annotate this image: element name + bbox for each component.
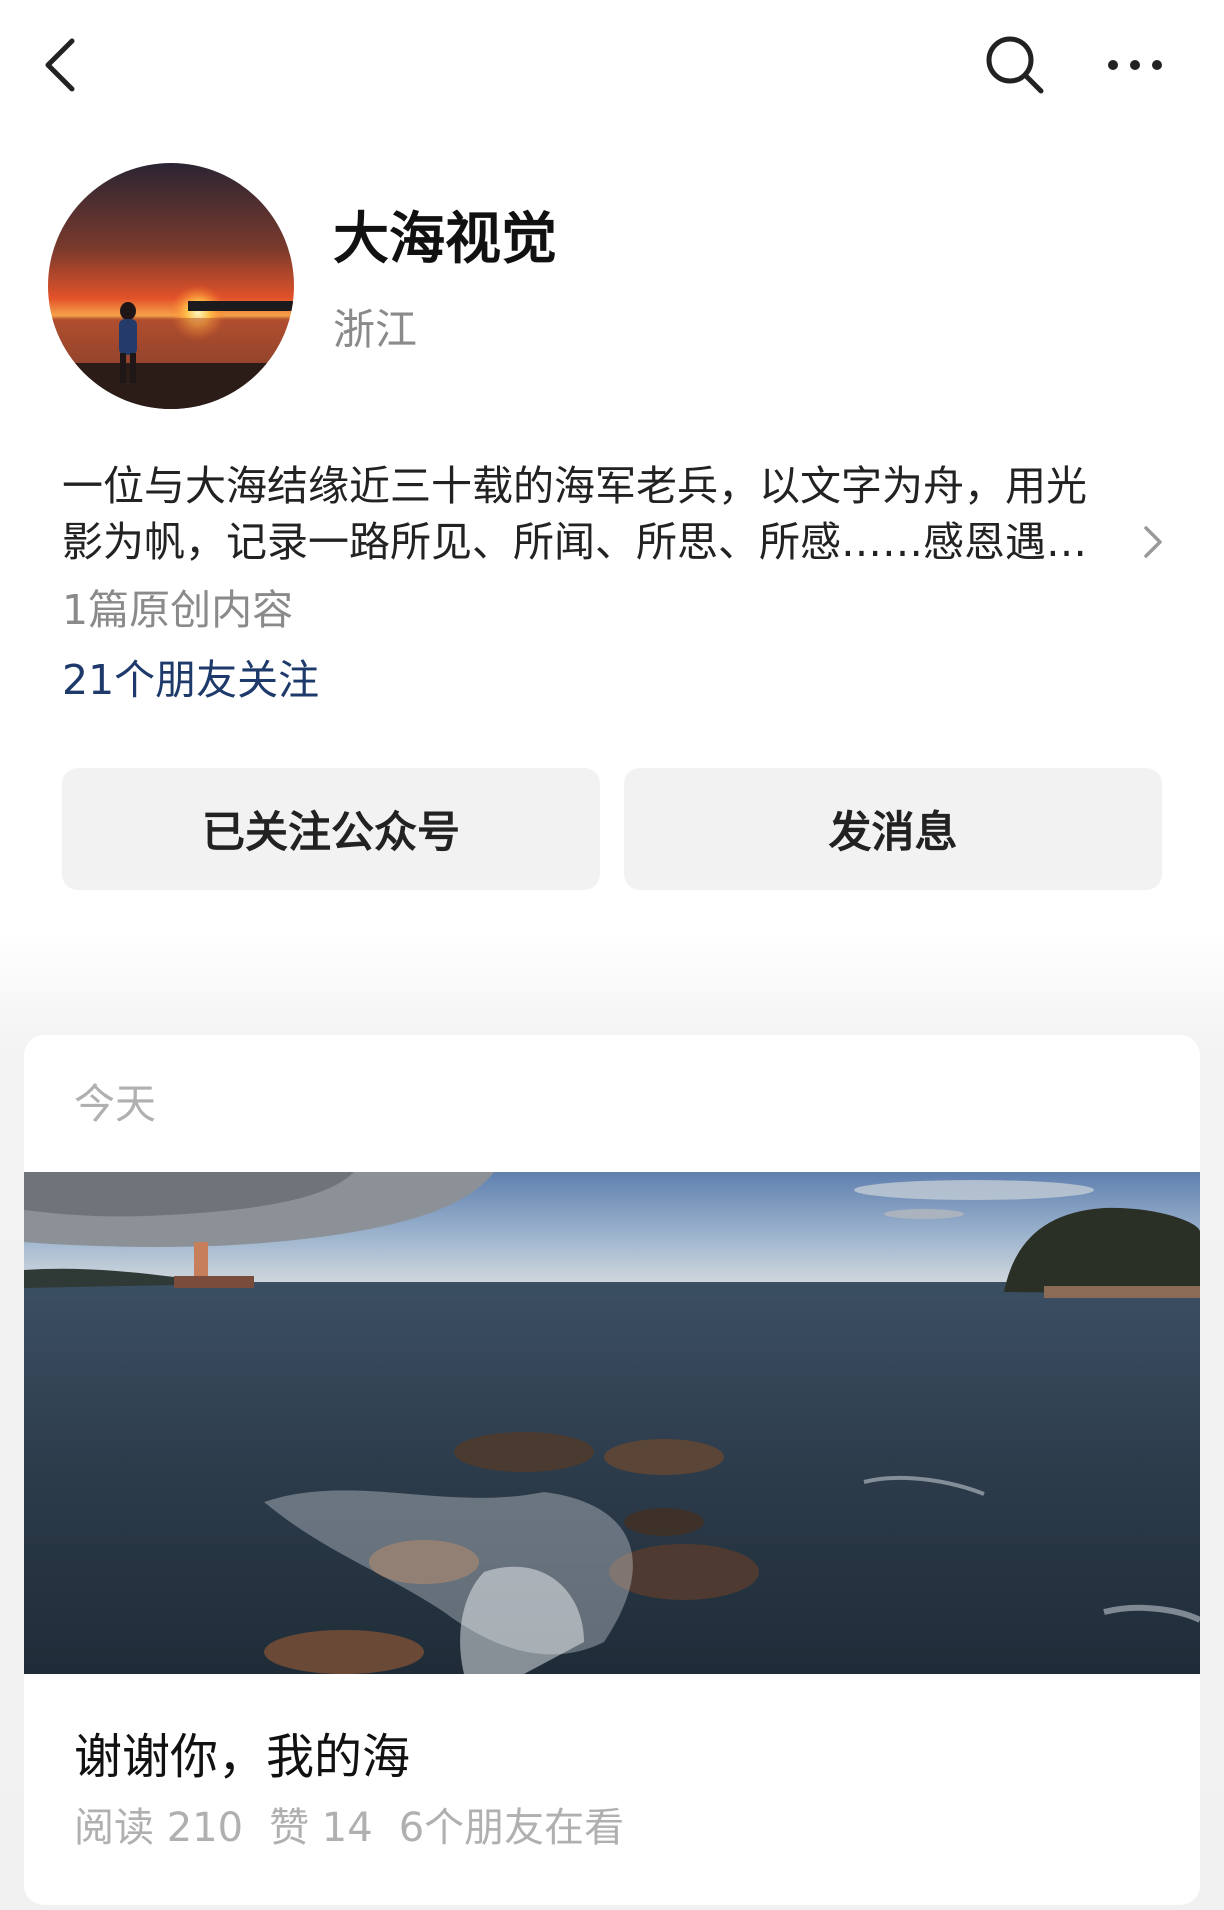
chevron-right-icon[interactable] <box>1138 520 1168 564</box>
friends-viewing: 6个朋友在看 <box>398 1805 625 1851</box>
bio-line: 一位与大海结缘近三十载的海军老兵，以文字为舟，用光 <box>62 462 1087 510</box>
account-bio[interactable]: 一位与大海结缘近三十载的海军老兵，以文字为舟，用光 影为帆，记录一路所见、所闻、… <box>62 458 1152 570</box>
more-dots-icon[interactable] <box>1100 35 1170 95</box>
original-content-count[interactable]: 1篇原创内容 <box>62 582 293 638</box>
account-region: 浙江 <box>333 305 418 354</box>
search-icon[interactable] <box>980 30 1050 100</box>
feed-date: 今天 <box>74 1080 156 1128</box>
account-name: 大海视觉 <box>333 207 557 272</box>
send-message-button[interactable]: 发消息 <box>624 768 1162 890</box>
back-icon[interactable] <box>30 30 90 100</box>
article-stats: 阅读 210 赞 14 6个朋友在看 <box>74 1800 650 1856</box>
read-count: 阅读 210 <box>74 1805 244 1851</box>
article-title[interactable]: 谢谢你，我的海 <box>74 1725 410 1789</box>
friends-following-link[interactable]: 21个朋友关注 <box>62 652 319 708</box>
bio-line: 影为帆，记录一路所见、所闻、所思、所感……感恩遇… <box>62 518 1087 566</box>
like-count: 赞 14 <box>269 1805 373 1851</box>
followed-account-button[interactable]: 已关注公众号 <box>62 768 600 890</box>
top-bar <box>0 0 1224 130</box>
article-cover-image[interactable] <box>24 1172 1200 1674</box>
avatar[interactable] <box>48 163 294 409</box>
